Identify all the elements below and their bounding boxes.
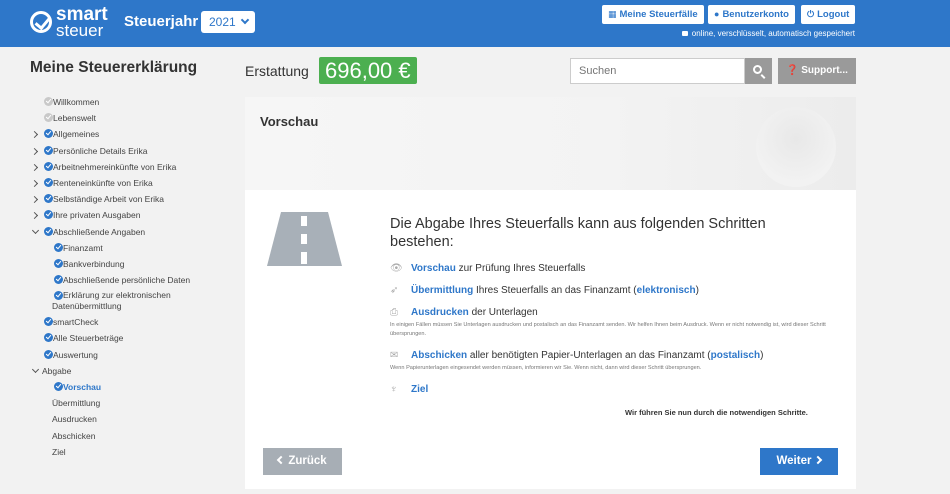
sidebar-nav: Willkommen Lebenswelt Allgemeines Persön… xyxy=(30,95,235,461)
main-panel: Vorschau Die Abgabe Ihres Steuerfalls ka… xyxy=(245,97,856,489)
back-button[interactable]: Zurück xyxy=(263,448,342,475)
check-circle-icon xyxy=(54,242,63,252)
chevron-right-icon xyxy=(30,163,39,171)
grid-icon: ▦ xyxy=(608,9,617,19)
check-circle-icon xyxy=(44,97,53,106)
road-icon xyxy=(267,212,342,266)
check-circle-icon xyxy=(44,333,53,343)
user-icon: ● xyxy=(714,9,720,19)
check-circle-icon xyxy=(44,317,53,327)
check-circle-icon xyxy=(44,194,53,204)
rss-icon: ➶ xyxy=(390,285,399,296)
chevron-right-icon xyxy=(30,179,39,187)
next-button[interactable]: Weiter xyxy=(760,448,838,475)
sidebar-item-finanzamt[interactable]: Finanzamt xyxy=(30,241,235,257)
chevron-down-icon xyxy=(31,226,40,234)
page-title: Meine Steuererklärung xyxy=(30,59,198,76)
check-circle-icon xyxy=(44,349,53,359)
check-circle-icon xyxy=(44,226,53,236)
trophy-icon: ♆ xyxy=(390,384,398,395)
sidebar-item-renteneinkuenfte[interactable]: Renteneinkünfte von Erika xyxy=(30,176,235,192)
guidance-text: Wir führen Sie nun durch die notwendigen… xyxy=(625,408,808,417)
eye-icon: 👁 xyxy=(390,263,403,274)
sidebar-item-auswertung[interactable]: Auswertung xyxy=(30,348,235,364)
steps-heading: Die Abgabe Ihres Steuerfalls kann aus fo… xyxy=(390,216,766,250)
search-input[interactable] xyxy=(570,58,745,84)
chevron-down-icon xyxy=(240,15,250,25)
sidebar-item-ausdrucken[interactable]: Ausdrucken xyxy=(30,412,235,428)
check-circle-icon xyxy=(54,275,63,285)
tax-year-label: Steuerjahr xyxy=(124,13,199,30)
refund-label: Erstattung xyxy=(245,63,309,79)
logout-button[interactable]: ⏻ Logout xyxy=(801,5,856,24)
section-title: Vorschau xyxy=(260,114,319,129)
printer-icon: ⎙ xyxy=(390,307,398,318)
help-icon: ❓ xyxy=(786,65,799,76)
smartsteuer-logo[interactable]: smart steuer xyxy=(30,5,108,40)
check-circle-icon xyxy=(44,113,53,123)
sidebar-item-lebenswelt[interactable]: Lebenswelt xyxy=(30,111,235,127)
sidebar-item-uebermittlung[interactable]: Übermittlung xyxy=(30,396,235,412)
sidebar-item-alle-steuerbetraege[interactable]: Alle Steuerbeträge xyxy=(30,331,235,347)
sidebar-item-vorschau[interactable]: Vorschau xyxy=(30,380,235,396)
tax-year-select[interactable]: 2021 xyxy=(201,11,255,33)
sidebar-item-abschliessende-angaben[interactable]: Abschließende Angaben xyxy=(30,225,235,241)
secure-status: online, verschlüsselt, automatisch gespe… xyxy=(681,29,855,38)
tax-year-value: 2021 xyxy=(209,15,236,29)
search-icon xyxy=(753,65,762,74)
sidebar-item-allgemeines[interactable]: Allgemeines xyxy=(30,127,235,143)
chevron-right-icon xyxy=(30,131,39,139)
refund-amount: 696,00 € xyxy=(319,57,417,84)
sidebar-item-private-ausgaben[interactable]: Ihre privaten Ausgaben xyxy=(30,208,235,224)
sidebar-item-willkommen[interactable]: Willkommen xyxy=(30,95,235,111)
chevron-down-icon xyxy=(31,365,40,373)
chevron-right-icon xyxy=(30,212,39,220)
sidebar-item-selbstaendige-arbeit[interactable]: Selbständige Arbeit von Erika xyxy=(30,192,235,208)
chevron-right-icon xyxy=(30,147,39,155)
sidebar-item-abgabe[interactable]: Abgabe xyxy=(30,364,235,380)
sidebar-item-arbeitnehmereinkuenfte[interactable]: Arbeitnehmereinkünfte von Erika xyxy=(30,160,235,176)
sidebar-item-ziel[interactable]: Ziel xyxy=(30,445,235,461)
logo-check-icon xyxy=(30,11,52,33)
sidebar-item-abschicken[interactable]: Abschicken xyxy=(30,429,235,445)
check-circle-icon xyxy=(54,258,63,268)
check-circle-icon xyxy=(44,129,53,139)
check-circle-icon xyxy=(44,145,53,155)
step-note: Wenn Papierunterlagen eingesendet werden… xyxy=(390,365,702,371)
hero-banner: Vorschau xyxy=(245,97,856,190)
envelope-icon: ✉ xyxy=(390,350,399,361)
sidebar-item-erklaerung-datenuebermittlung[interactable]: Erklärung zur elektronischen Datenübermi… xyxy=(30,289,235,315)
hero-image xyxy=(756,107,836,187)
support-button[interactable]: ❓ Support... xyxy=(778,58,856,84)
chevron-left-icon xyxy=(277,455,286,465)
my-tax-cases-button[interactable]: ▦ Meine Steuerfälle xyxy=(602,5,704,24)
chevron-right-icon xyxy=(814,455,823,465)
sidebar-item-smartcheck[interactable]: smartCheck xyxy=(30,315,235,331)
check-circle-icon xyxy=(54,382,63,391)
sidebar-item-bankverbindung[interactable]: Bankverbindung xyxy=(30,257,235,273)
check-circle-icon xyxy=(44,161,53,171)
power-icon: ⏻ xyxy=(807,9,815,19)
chevron-right-icon xyxy=(30,196,39,204)
search-button[interactable] xyxy=(745,58,772,84)
logo-text-steuer: steuer xyxy=(56,21,104,40)
sidebar-item-abschliessende-persoenliche-daten[interactable]: Abschließende persönliche Daten xyxy=(30,273,235,289)
step-note: In einigen Fällen müssen Sie Unterlagen … xyxy=(390,322,826,337)
check-circle-icon xyxy=(44,210,53,220)
sidebar-item-persoenliche-details[interactable]: Persönliche Details Erika xyxy=(30,144,235,160)
user-account-button[interactable]: ● Benutzerkonto xyxy=(708,5,795,24)
check-circle-icon xyxy=(44,177,53,187)
top-bar: smart steuer Steuerjahr 2021 ▦ Meine Steu… xyxy=(0,0,950,47)
lock-icon xyxy=(681,31,688,36)
